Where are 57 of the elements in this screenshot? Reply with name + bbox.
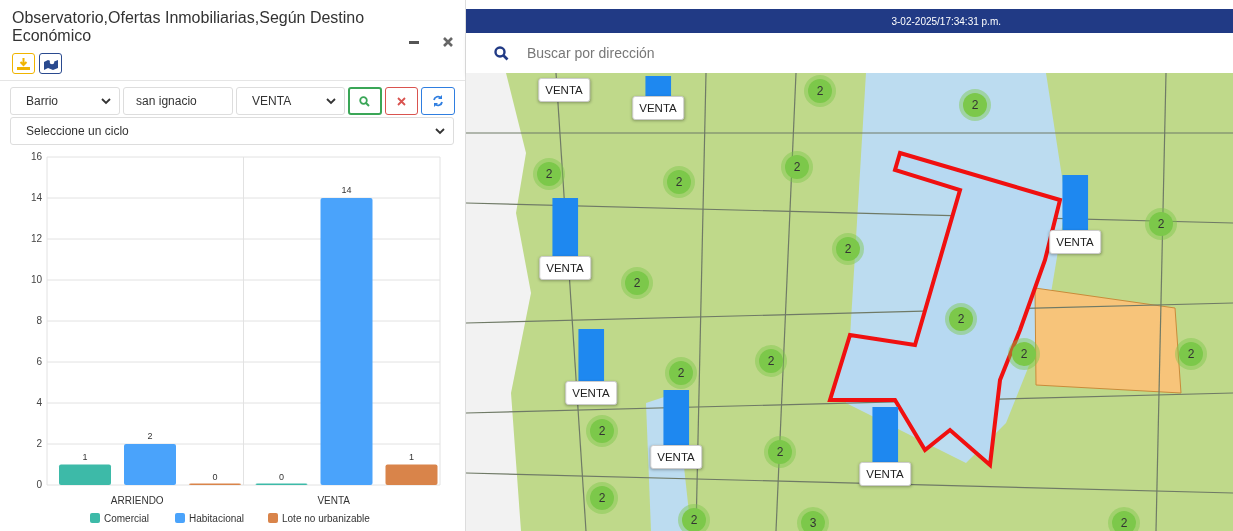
minimize-icon[interactable] xyxy=(409,40,419,44)
panel-title: Observatorio,Ofertas Inmobiliarias,Según Destino Económico xyxy=(12,9,366,45)
clear-button[interactable] xyxy=(384,87,419,115)
refresh-button[interactable] xyxy=(421,87,455,115)
x-axis-label: VENTA xyxy=(317,495,351,506)
legend-label[interactable]: Habitacional xyxy=(189,513,245,524)
search-button[interactable] xyxy=(348,87,382,115)
operation-select[interactable]: VENTA xyxy=(236,87,346,115)
map-label[interactable]: VENTA xyxy=(1049,230,1101,254)
map-label[interactable]: VENTA xyxy=(632,96,684,120)
map-label[interactable]: VENTA xyxy=(539,256,591,280)
y-tick-label: 10 xyxy=(30,274,42,285)
map-label[interactable]: VENTA xyxy=(650,445,702,469)
bar xyxy=(385,464,438,485)
data-label: 14 xyxy=(341,185,352,195)
bar-marker-icon xyxy=(872,407,898,462)
chevron-down-icon xyxy=(435,127,445,135)
y-tick-label: 2 xyxy=(36,438,42,449)
legend-label[interactable]: Comercial xyxy=(104,513,149,524)
close-icon[interactable] xyxy=(443,37,453,47)
bar-marker-icon xyxy=(552,198,578,256)
y-tick-label: 12 xyxy=(30,233,42,244)
map-button[interactable] xyxy=(39,53,62,74)
refresh-icon xyxy=(432,95,445,107)
data-label: 0 xyxy=(212,472,218,482)
bar-marker-icon xyxy=(1062,175,1088,230)
bar xyxy=(59,464,111,485)
y-tick-label: 4 xyxy=(36,397,42,408)
zone-input[interactable]: san ignacio xyxy=(123,87,234,115)
map-label[interactable]: VENTA xyxy=(859,462,911,486)
data-label: 1 xyxy=(82,451,88,462)
y-tick-label: 14 xyxy=(30,192,42,203)
y-tick-label: 6 xyxy=(36,356,42,367)
chevron-down-icon xyxy=(101,97,112,105)
bar-marker-icon xyxy=(578,329,604,381)
data-label: 2 xyxy=(147,431,153,441)
y-tick-label: 8 xyxy=(36,315,42,326)
bar-marker-icon xyxy=(663,390,689,445)
close-icon xyxy=(397,96,407,106)
bar xyxy=(124,444,176,485)
map-drawing[interactable] xyxy=(466,73,1233,531)
bar-marker-icon xyxy=(645,76,671,96)
chevron-down-icon xyxy=(326,97,337,105)
y-tick-label: 16 xyxy=(30,151,42,162)
cycle-select[interactable]: Seleccione un ciclo xyxy=(10,117,454,145)
x-axis-label: ARRIENDO xyxy=(110,495,164,506)
y-tick-label: 0 xyxy=(36,479,42,490)
legend-label[interactable]: Lote no urbanizable xyxy=(282,513,370,524)
zone-type-select[interactable]: Barrio xyxy=(10,87,121,115)
timestamp: 3-02-2025/17:34:31 p.m. xyxy=(891,15,1001,27)
map-label[interactable]: VENTA xyxy=(538,78,590,102)
search-icon xyxy=(359,95,371,107)
map-label[interactable]: VENTA xyxy=(565,381,617,405)
data-label: 0 xyxy=(279,472,284,482)
data-label: 1 xyxy=(409,451,414,462)
download-icon xyxy=(17,57,30,70)
search-icon[interactable] xyxy=(494,45,509,61)
